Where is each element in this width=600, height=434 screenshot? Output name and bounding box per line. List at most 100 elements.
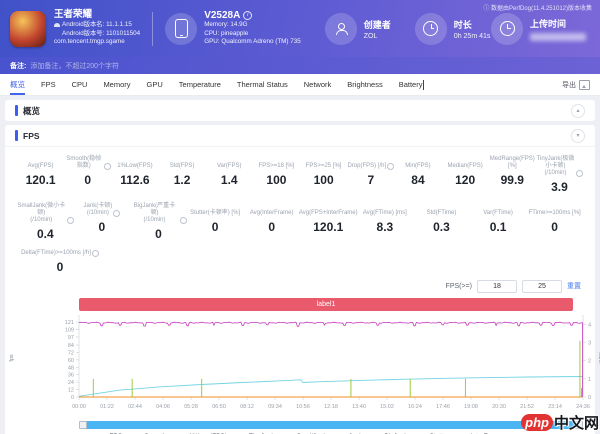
- info-icon[interactable]: [67, 217, 74, 224]
- svg-text:2: 2: [588, 359, 591, 365]
- stat-value: 0.4: [17, 227, 74, 241]
- svg-text:19:08: 19:08: [464, 404, 478, 410]
- duration-label: 时长: [454, 18, 491, 31]
- fps-filter-row: FPS(>=) 重置: [5, 278, 595, 294]
- stat-fps>=18: FPS>=18 [%]100: [253, 156, 300, 194]
- package-name: com.tencent.tmgp.sgame: [54, 38, 125, 47]
- overview-collapse-button[interactable]: [571, 104, 585, 118]
- perfdog-report-page: ⓘ 数据由PerfDog(11.4.251012)版本收集 王者荣耀 Andro…: [0, 0, 600, 434]
- stat-label: Jank(卡顿) (/10min): [74, 203, 131, 217]
- phone-icon: [175, 19, 188, 38]
- svg-text:0: 0: [588, 395, 591, 401]
- tab-thermal-status[interactable]: Thermal Status: [237, 74, 288, 95]
- svg-text:10:56: 10:56: [296, 404, 310, 410]
- export-icon: [579, 80, 590, 90]
- fps-threshold-reset-link[interactable]: 重置: [567, 281, 581, 291]
- stat-label: MedRange(FPS)[%]: [489, 156, 536, 170]
- tab-temperature[interactable]: Temperature: [179, 74, 221, 95]
- stat-label: Delta(FTime)>=100ms [/h]: [17, 249, 103, 257]
- info-icon[interactable]: [92, 250, 99, 257]
- svg-text:24:36: 24:36: [576, 404, 590, 410]
- svg-text:01:22: 01:22: [100, 404, 114, 410]
- stat-fps>=25: FPS>=25 [%]100: [300, 156, 347, 194]
- device-gpu: GPU: Qualcomm Adreno (TM) 735: [204, 38, 301, 47]
- svg-text:97: 97: [68, 335, 74, 341]
- tab-fps[interactable]: FPS: [41, 74, 56, 95]
- stat-drop: Drop(FPS) [/h]7: [347, 156, 394, 194]
- stat-value: 99.9: [489, 173, 536, 187]
- stat-value: 0: [526, 220, 583, 234]
- svg-text:04:06: 04:06: [156, 404, 170, 410]
- history-icon: [500, 21, 515, 36]
- svg-text:09:34: 09:34: [268, 404, 282, 410]
- fps-section-title: FPS: [23, 131, 40, 141]
- info-icon[interactable]: [180, 217, 187, 224]
- tab-cpu[interactable]: CPU: [72, 74, 88, 95]
- info-icon[interactable]: [576, 170, 583, 177]
- stat-label: Std(FTime): [413, 203, 470, 217]
- stat-medrange: MedRange(FPS)[%] 99.9: [489, 156, 536, 194]
- note-bar[interactable]: 备注: 添加备注，不超过200个字符: [0, 57, 600, 74]
- stat-avg: Avg(InterFrame)0: [243, 203, 300, 241]
- stat-label: Drop(FPS) [/h]: [347, 156, 394, 170]
- svg-text:15:02: 15:02: [380, 404, 394, 410]
- clock-icon: [423, 21, 438, 36]
- info-icon[interactable]: [104, 163, 111, 170]
- stat-value: 0.1: [470, 220, 527, 234]
- stat-avg: Avg(FTime) [ms]8.3: [357, 203, 414, 241]
- stat-var: Var(FTime)0.1: [470, 203, 527, 241]
- info-icon[interactable]: [113, 210, 120, 217]
- svg-text:fps: fps: [9, 354, 15, 362]
- stat-smooth: Smooth(稳帧指数)0: [64, 156, 111, 194]
- upload-label: 上传时间: [530, 17, 586, 30]
- stat-label: FPS>=25 [%]: [300, 156, 347, 170]
- duration-block: 时长 0h 25m 41s: [415, 13, 491, 45]
- svg-text:02:44: 02:44: [128, 404, 142, 410]
- stat-label: Min(FPS): [394, 156, 441, 170]
- scrollbar-left-handle[interactable]: [79, 421, 87, 429]
- fps-threshold-min-input[interactable]: [477, 280, 517, 293]
- stat-value: 1.2: [159, 173, 206, 187]
- tab-gpu[interactable]: GPU: [147, 74, 163, 95]
- tab-battery[interactable]: Battery: [399, 74, 425, 95]
- tab-概览[interactable]: 概览: [10, 74, 25, 95]
- section-accent: [15, 105, 18, 116]
- stat-label: Var(FPS): [206, 156, 253, 170]
- stat-value: 100: [253, 173, 300, 187]
- watermark-cn-text: 中文网: [554, 412, 599, 433]
- stat-bigjank: BigJank(严重卡顿) (/10min)0: [130, 203, 187, 241]
- device-info-icon[interactable]: i: [243, 11, 252, 20]
- game-title: 王者荣耀: [54, 11, 140, 20]
- stat-tinyjank: TinyJank(极微小卡顿) (/10min)3.9: [536, 156, 583, 194]
- tab-memory[interactable]: Memory: [103, 74, 130, 95]
- device-memory: Memory: 14.9G: [204, 21, 301, 30]
- svg-text:1: 1: [588, 377, 591, 383]
- svg-text:48: 48: [68, 365, 74, 371]
- chart-range-scrollbar[interactable]: [79, 421, 583, 429]
- svg-text:24: 24: [68, 380, 74, 386]
- note-label: 备注:: [10, 61, 26, 71]
- stat-var: Var(FPS)1.4: [206, 156, 253, 194]
- fps-threshold-max-input[interactable]: [522, 280, 562, 293]
- text-cursor: [423, 80, 424, 90]
- stat-value: 0: [64, 173, 111, 187]
- chart-region-label: label1: [317, 301, 336, 308]
- svg-text:72: 72: [68, 350, 74, 356]
- fps-stats: Avg(FPS)120.1Smooth(稳帧指数)01%Low(FPS)112.…: [5, 156, 595, 274]
- stat-row-2: SmallJank(微小卡顿) (/10min)0.4Jank(卡顿) (/10…: [5, 203, 595, 241]
- stat-stutter: Stutter(卡顿率) [%]0: [187, 203, 244, 241]
- report-content: 概览 FPS Avg(FPS)120.1Smooth(稳帧指数)01%Low(F…: [0, 96, 600, 434]
- stat-label: Std(FPS): [159, 156, 206, 170]
- tab-network[interactable]: Network: [304, 74, 332, 95]
- php-cn-watermark: php 中文网: [521, 412, 599, 433]
- tab-brightness[interactable]: Brightness: [347, 74, 382, 95]
- info-icon[interactable]: [387, 163, 394, 170]
- stat-std: Std(FTime)0.3: [413, 203, 470, 241]
- svg-text:17:46: 17:46: [436, 404, 450, 410]
- duration-value: 0h 25m 41s: [454, 33, 491, 40]
- header-divider: [152, 12, 153, 46]
- export-button[interactable]: 导出: [562, 80, 590, 90]
- fps-collapse-button[interactable]: [571, 129, 585, 143]
- svg-text:60: 60: [68, 358, 74, 364]
- stat-label: Avg(FTime) [ms]: [357, 203, 414, 217]
